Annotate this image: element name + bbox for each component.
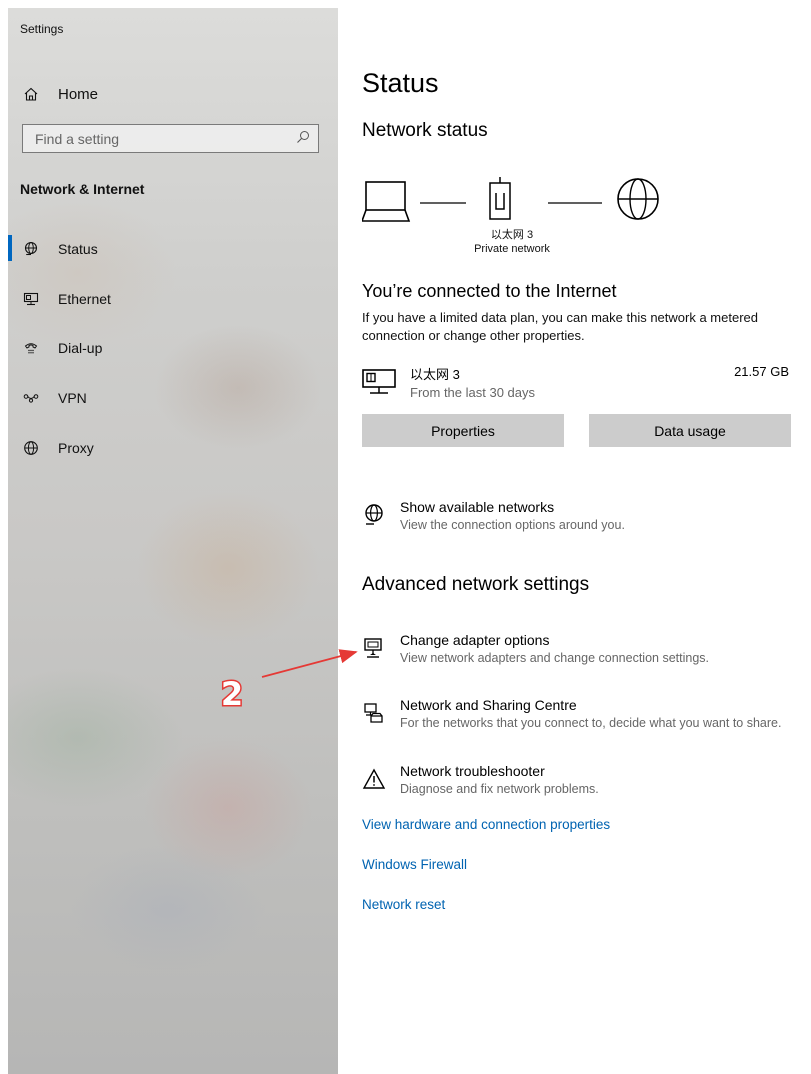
sidebar-item-label: VPN: [58, 390, 87, 406]
internet-globe-icon: [617, 178, 659, 220]
connection-subtitle: From the last 30 days: [410, 385, 535, 400]
sidebar-section-title: Network & Internet: [20, 181, 145, 197]
option-subtitle: Diagnose and fix network problems.: [400, 782, 599, 796]
sidebar: Settings Home Find a setting Network & I…: [8, 8, 338, 1074]
ethernet-icon: [20, 291, 42, 307]
connection-name: 以太网 3: [410, 367, 460, 382]
window-title: Settings: [20, 22, 64, 36]
globe-icon: [362, 503, 386, 527]
proxy-globe-icon: [20, 440, 42, 456]
network-diagram: [362, 177, 659, 222]
computer-icon: [362, 181, 411, 222]
connected-heading: You’re connected to the Internet: [362, 281, 617, 301]
dialup-icon: [20, 340, 42, 356]
page-title: Status: [362, 68, 439, 98]
sidebar-item-dialup[interactable]: Dial-up: [20, 336, 102, 360]
sidebar-item-label: Ethernet: [58, 291, 111, 307]
selected-indicator: [8, 235, 12, 261]
sidebar-home-label: Home: [58, 85, 99, 103]
search-input[interactable]: Find a setting: [22, 124, 319, 153]
data-usage-amount: 21.57 GB: [734, 364, 789, 379]
view-hardware-link[interactable]: View hardware and connection properties: [362, 817, 610, 832]
show-available-networks[interactable]: Show available networks View the connect…: [362, 499, 811, 539]
status-globe-icon: [20, 241, 42, 257]
network-sharing-centre[interactable]: Network and Sharing Centre For the netwo…: [362, 697, 811, 737]
windows-firewall-link[interactable]: Windows Firewall: [362, 857, 467, 872]
option-subtitle: For the networks that you connect to, de…: [400, 716, 782, 730]
sidebar-item-label: Dial-up: [58, 340, 103, 356]
warning-icon: [362, 767, 386, 791]
network-reset-link[interactable]: Network reset: [362, 897, 445, 912]
option-title: Network and Sharing Centre: [400, 697, 577, 713]
data-usage-button[interactable]: Data usage: [589, 414, 791, 447]
ethernet-icon: [362, 368, 396, 401]
sidebar-item-status[interactable]: Status: [20, 237, 98, 261]
option-subtitle: View network adapters and change connect…: [400, 651, 709, 665]
network-adapter-icon: [362, 636, 386, 660]
adapter-label: 以太网 3 Private network: [472, 228, 552, 256]
ethernet-adapter-icon: [489, 177, 511, 220]
sidebar-item-label: Proxy: [58, 440, 94, 456]
sidebar-home[interactable]: Home: [20, 82, 98, 106]
sidebar-item-vpn[interactable]: VPN: [20, 386, 87, 410]
change-adapter-options[interactable]: Change adapter options View network adap…: [362, 632, 811, 672]
sidebar-item-ethernet[interactable]: Ethernet: [20, 287, 111, 311]
search-icon[interactable]: [296, 130, 310, 147]
network-status-heading: Network status: [362, 120, 488, 141]
main-content: Status Network status 以太网 3 Private netw…: [362, 0, 811, 1074]
option-subtitle: View the connection options around you.: [400, 518, 625, 532]
sidebar-item-label: Status: [58, 241, 98, 257]
option-title: Show available networks: [400, 499, 555, 515]
sharing-centre-icon: [362, 701, 386, 725]
properties-button[interactable]: Properties: [362, 414, 564, 447]
sidebar-item-proxy[interactable]: Proxy: [20, 436, 94, 460]
home-icon: [20, 86, 42, 102]
network-type: Private network: [474, 243, 550, 255]
option-title: Change adapter options: [400, 632, 550, 648]
adapter-name: 以太网 3: [490, 229, 534, 241]
connection-row: 以太网 3 From the last 30 days 21.57 GB: [362, 364, 811, 404]
advanced-heading: Advanced network settings: [362, 574, 590, 595]
search-placeholder: Find a setting: [35, 130, 120, 147]
network-troubleshooter[interactable]: Network troubleshooter Diagnose and fix …: [362, 763, 811, 803]
vpn-icon: [20, 390, 42, 406]
connected-text: If you have a limited data plan, you can…: [362, 310, 758, 343]
option-title: Network troubleshooter: [400, 763, 545, 779]
